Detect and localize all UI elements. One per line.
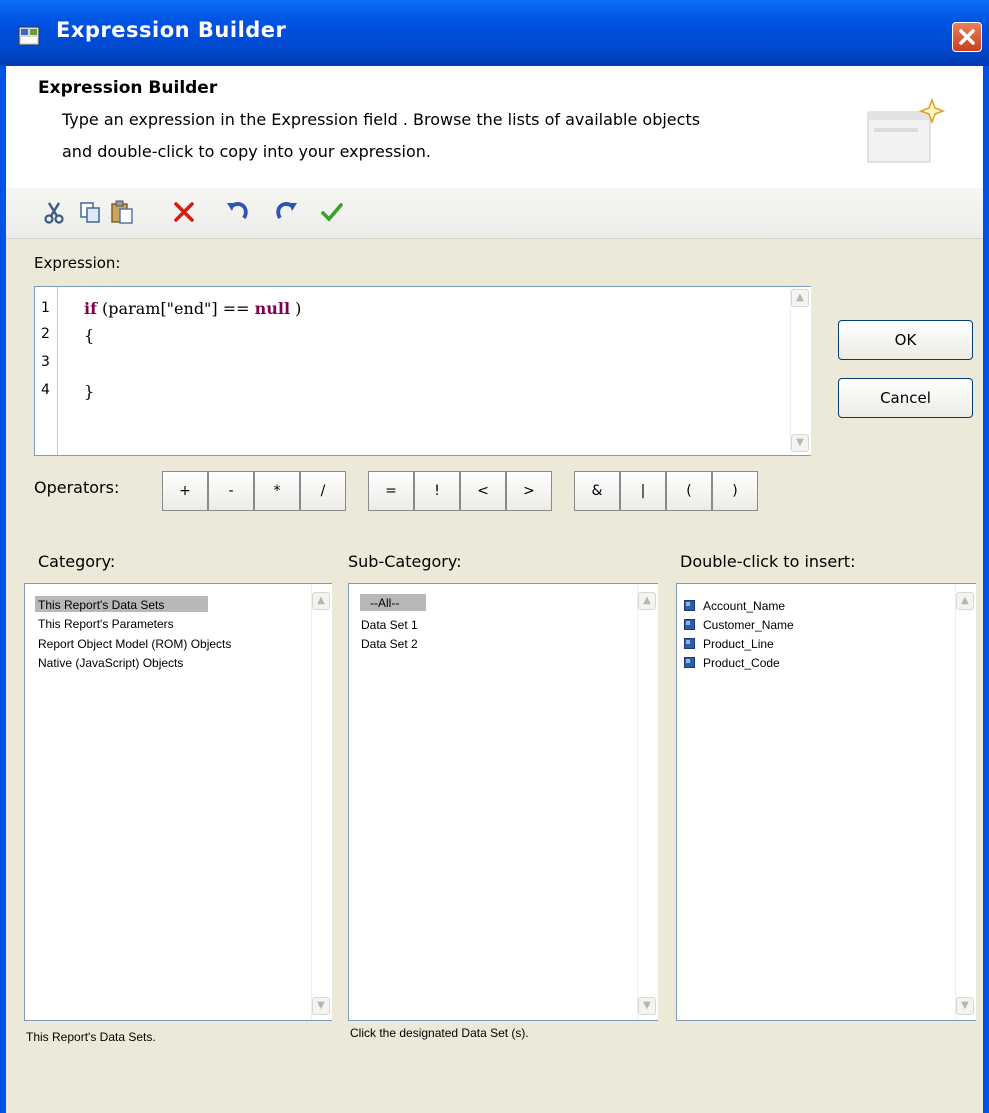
subcategory-scrollbar[interactable] [637, 584, 658, 1020]
scroll-up-icon[interactable]: ▲ [312, 592, 330, 610]
category-item[interactable]: This Report's Data Sets [38, 598, 164, 612]
code-line-2[interactable]: { [84, 326, 94, 345]
scroll-down-icon[interactable]: ▼ [312, 997, 330, 1015]
delete-icon[interactable] [170, 198, 198, 226]
category-item[interactable]: Native (JavaScript) Objects [38, 656, 183, 670]
subcategory-label: Sub-Category: [348, 552, 462, 571]
close-button[interactable] [952, 22, 982, 52]
close-icon [959, 29, 975, 45]
paste-icon[interactable] [108, 198, 136, 226]
header-title: Expression Builder [38, 78, 218, 98]
cut-icon[interactable] [40, 198, 68, 226]
code-line-1[interactable]: if (param["end"] == null ) [84, 299, 301, 318]
scroll-down-icon[interactable]: ▼ [638, 997, 656, 1015]
operator-less-than-button[interactable]: < [460, 471, 506, 511]
line-number: 2 [41, 326, 50, 342]
code-keyword: null [254, 299, 291, 318]
operator-minus-button[interactable]: - [208, 471, 254, 511]
insert-item[interactable]: Product_Code [703, 656, 780, 670]
toolbar [6, 188, 983, 239]
operator-and-button[interactable]: & [574, 471, 620, 511]
line-number: 4 [41, 382, 50, 398]
operator-not-button[interactable]: ! [414, 471, 460, 511]
column-icon [684, 619, 695, 630]
operator-multiply-button[interactable]: * [254, 471, 300, 511]
header-description: Type an expression in the Expression fie… [62, 104, 822, 168]
operator-or-button[interactable]: | [620, 471, 666, 511]
cancel-button[interactable]: Cancel [838, 378, 973, 418]
operator-open-paren-button[interactable]: ( [666, 471, 712, 511]
column-icon [684, 600, 695, 611]
category-hint: This Report's Data Sets. [26, 1030, 156, 1044]
subcategory-item[interactable]: Data Set 2 [361, 637, 418, 651]
validate-icon[interactable] [318, 198, 346, 226]
category-label: Category: [38, 552, 116, 571]
operator-divide-button[interactable]: / [300, 471, 346, 511]
operators-label: Operators: [34, 478, 120, 497]
code-keyword: if [84, 299, 97, 318]
operator-plus-button[interactable]: + [162, 471, 208, 511]
scroll-up-icon[interactable]: ▲ [956, 592, 974, 610]
insert-item[interactable]: Account_Name [703, 599, 785, 613]
subcategory-hint: Click the designated Data Set (s). [350, 1026, 529, 1040]
insert-item[interactable]: Customer_Name [703, 618, 794, 632]
undo-icon[interactable] [224, 198, 252, 226]
insert-item[interactable]: Product_Line [703, 637, 774, 651]
scroll-down-icon[interactable]: ▼ [956, 997, 974, 1015]
copy-icon[interactable] [76, 198, 104, 226]
code-text: ) [290, 299, 302, 318]
line-number: 1 [41, 300, 50, 316]
header-desc-line-2: and double-click to copy into your expre… [62, 142, 431, 161]
subcategory-item[interactable]: Data Set 1 [361, 618, 418, 632]
operator-equals-button[interactable]: = [368, 471, 414, 511]
code-line-4[interactable]: } [84, 382, 94, 401]
expression-label: Expression: [34, 254, 121, 272]
code-text: (param["end"] == [96, 299, 255, 318]
insert-label: Double-click to insert: [680, 552, 856, 571]
line-number: 3 [41, 354, 50, 370]
redo-icon[interactable] [272, 198, 300, 226]
category-scrollbar[interactable] [311, 584, 332, 1020]
subcategory-item[interactable]: --All-- [370, 596, 399, 610]
scroll-up-icon[interactable]: ▲ [638, 592, 656, 610]
category-item[interactable]: Report Object Model (ROM) Objects [38, 637, 231, 651]
window-title: Expression Builder [56, 18, 287, 42]
ok-button[interactable]: OK [838, 320, 973, 360]
scroll-down-icon[interactable]: ▼ [791, 434, 809, 452]
insert-scrollbar[interactable] [955, 584, 976, 1020]
wizard-banner-icon [867, 98, 946, 163]
column-icon [684, 638, 695, 649]
category-item[interactable]: This Report's Parameters [38, 617, 174, 631]
column-icon [684, 657, 695, 668]
scroll-up-icon[interactable]: ▲ [791, 289, 809, 307]
operator-close-paren-button[interactable]: ) [712, 471, 758, 511]
editor-scrollbar[interactable] [790, 287, 811, 455]
window-frame-right [983, 66, 989, 1113]
operator-greater-than-button[interactable]: > [506, 471, 552, 511]
app-icon [18, 26, 40, 46]
header-desc-line-1: Type an expression in the Expression fie… [62, 110, 701, 129]
